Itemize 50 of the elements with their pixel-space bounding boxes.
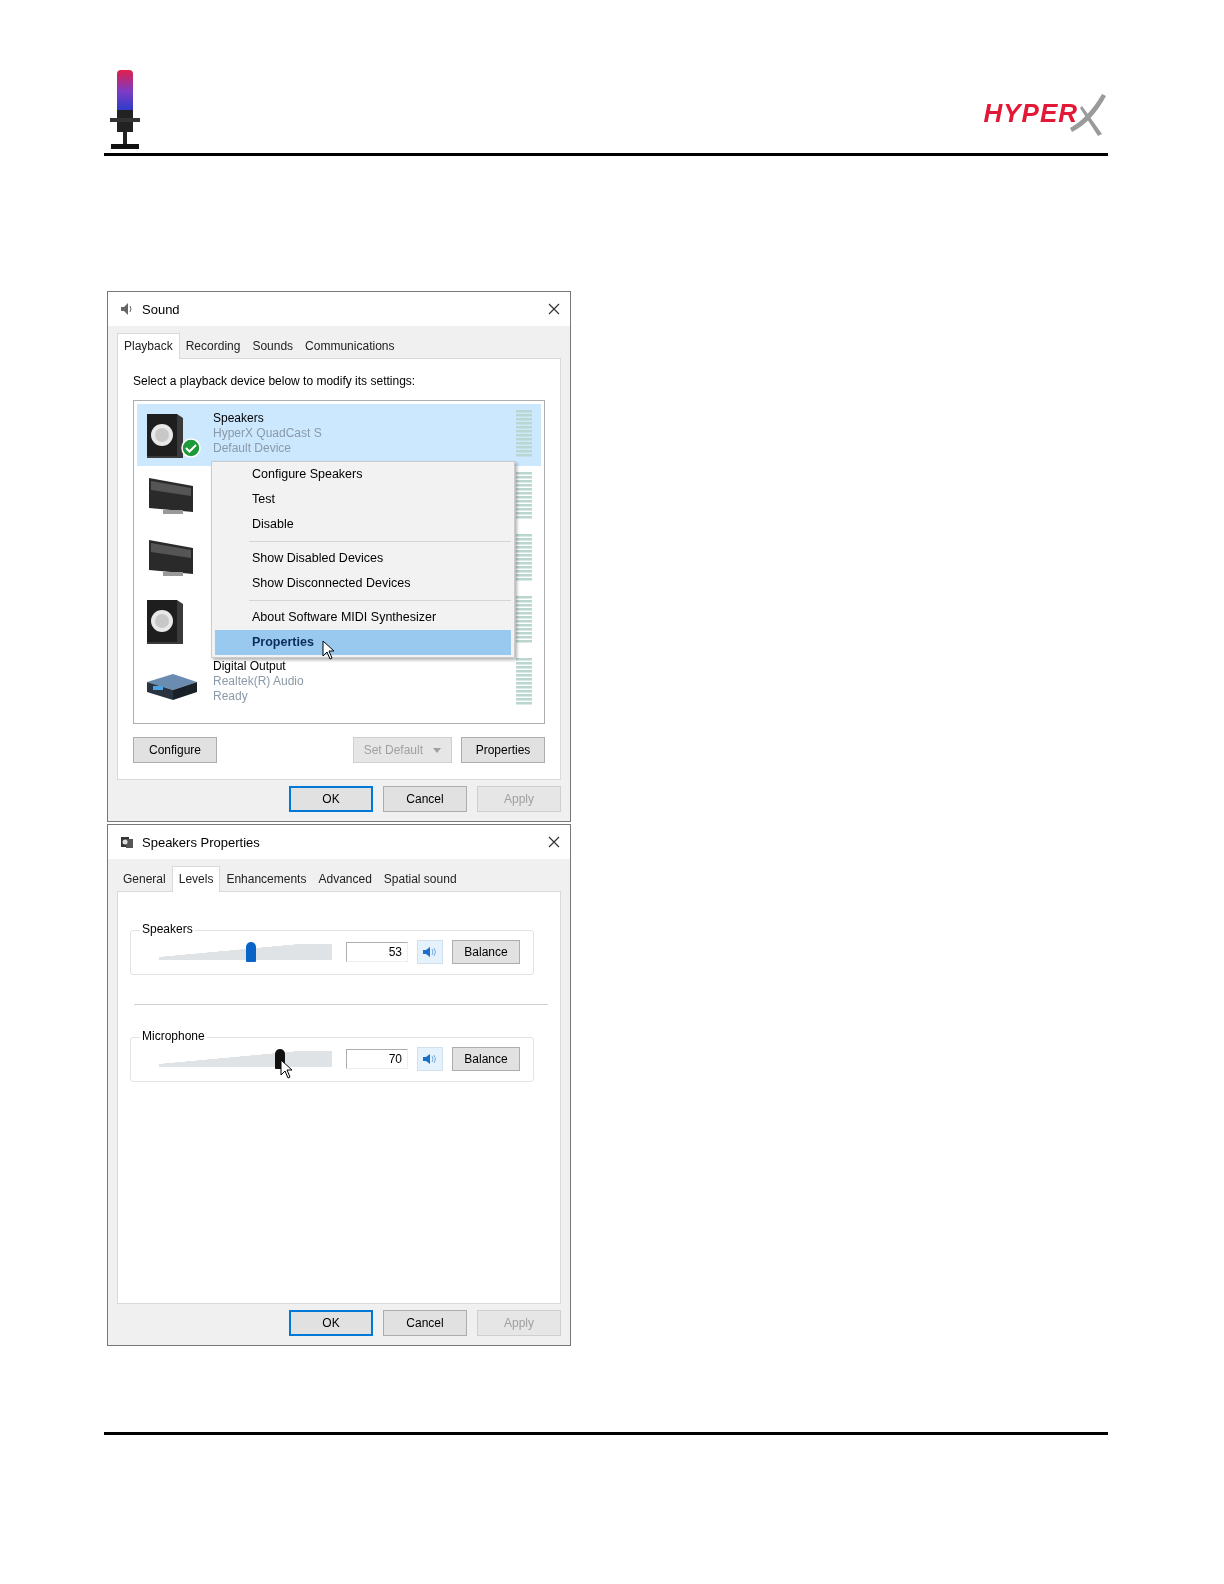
slider-thumb[interactable] [245, 942, 256, 962]
balance-button[interactable]: Balance [452, 940, 520, 964]
device-name: Digital Output [213, 659, 287, 674]
caret-icon [433, 747, 441, 753]
menu-item[interactable]: Properties [215, 630, 511, 655]
window-title: Speakers Properties [142, 834, 261, 850]
window-title: Sound [142, 301, 181, 317]
device-detail: HyperX QuadCast S [213, 426, 323, 441]
device-name: Speakers [213, 411, 265, 426]
level-meter-icon [515, 657, 533, 707]
tab[interactable]: Playback [117, 333, 180, 359]
device-row[interactable]: Digital Output Realtek(R) Audio Ready [137, 652, 541, 714]
value-field[interactable]: 53 [346, 942, 408, 962]
dialog-button[interactable]: Cancel [383, 786, 467, 812]
logo-text: HYPER [983, 97, 1078, 129]
dialog-button[interactable]: Properties [461, 737, 545, 763]
level-meter-icon [515, 409, 533, 459]
menu-item[interactable]: About Software MIDI Synthesizer [215, 605, 511, 630]
dialog-button[interactable]: Cancel [383, 1310, 467, 1336]
device-status: Ready [213, 689, 249, 704]
device-status: Default Device [213, 441, 293, 456]
instruction-text: Select a playback device below to modify its settings: [133, 373, 417, 390]
speaker-icon [422, 946, 438, 958]
balance-button[interactable]: Balance [452, 1047, 520, 1071]
cursor-icon [322, 640, 336, 660]
level-meter-icon [515, 471, 533, 521]
group-label: Speakers [140, 922, 195, 936]
level-meter-icon [515, 595, 533, 645]
tab[interactable]: Levels [171, 866, 221, 892]
device-row[interactable]: Speakers HyperX QuadCast S Default Device [137, 404, 541, 466]
speaker-icon [120, 835, 134, 849]
value-field[interactable]: 70 [346, 1049, 408, 1069]
ok-button[interactable]: OK [289, 1310, 373, 1336]
dialog-button[interactable]: Configure [133, 737, 217, 763]
close-icon[interactable] [548, 836, 560, 848]
device-detail: Realtek(R) Audio [213, 674, 305, 689]
ok-button[interactable]: OK [289, 786, 373, 812]
mute-button[interactable] [417, 940, 443, 964]
speaker-icon [422, 1053, 438, 1065]
group-label: Microphone [140, 1029, 207, 1043]
menu-item[interactable]: Disable [215, 512, 511, 537]
menu-item[interactable]: Show Disconnected Devices [215, 571, 511, 596]
microphone-icon [107, 70, 143, 150]
menu-item[interactable]: Show Disabled Devices [215, 546, 511, 571]
mute-button[interactable] [417, 1047, 443, 1071]
level-meter-icon [515, 533, 533, 583]
cursor-icon [280, 1059, 295, 1079]
close-icon[interactable] [548, 303, 560, 315]
speaker-icon [120, 302, 134, 316]
menu-item[interactable]: Test [215, 487, 511, 512]
